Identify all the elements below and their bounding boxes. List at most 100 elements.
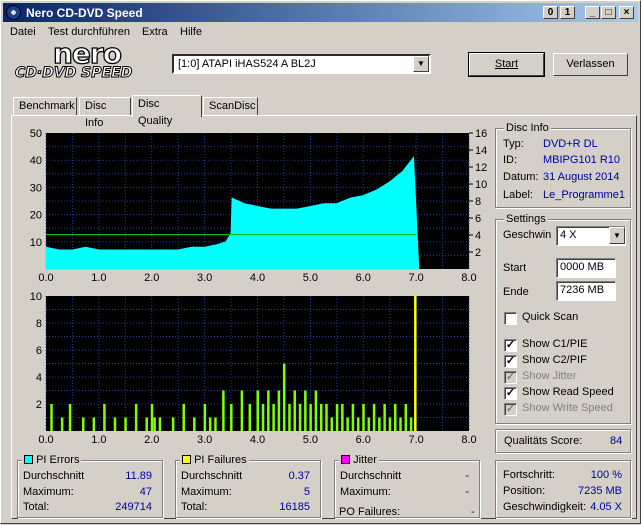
chevron-down-icon[interactable]: ▼ [609,227,625,244]
pi-failures-total-label: Total: [181,501,208,513]
speed-label: Geschwin [503,229,552,241]
pi-failures-max-value: 5 [303,486,310,498]
disc-id-label: ID: [503,154,518,166]
position-value: 7235 MB [577,485,622,497]
chart2-pi-failure-bar [150,404,154,431]
show-c1-checkbox[interactable]: ✓ [504,339,517,352]
pi-failures-max-label: Maximum: [181,486,232,498]
chart2-pi-failure-bar [230,404,233,431]
quick-scan-label: Quick Scan [522,311,579,323]
chart1-x-tick-label: 4.0 [250,272,265,284]
jitter-avg-label: Durchschnitt [340,470,402,482]
quality-score-label: Qualitäts Score: [504,435,583,447]
pi-failures-title: PI Failures [194,454,247,466]
show-write-speed-checkbox: ✓ [504,403,517,416]
pi-failures-avg-label: Durchschnitt [181,470,243,482]
chart1-y2-tick-label: 2 [475,247,481,259]
chart2-pi-failure-bar [240,390,244,431]
speed-select[interactable]: 4 X ▼ [556,226,626,246]
chart1-y2-tick-label: 8 [475,196,481,208]
speed-select-value: 4 X [560,229,577,241]
chart2-pi-failure-bar [341,404,344,431]
chart2-pi-failure-bar [50,404,53,431]
show-c1-label: Show C1/PIE [522,338,588,350]
pi-errors-title: PI Errors [36,454,80,466]
jitter-swatch [341,455,350,464]
chart2-x-tick-label: 1.0 [91,434,106,446]
chart2-x-tick-label: 0.0 [38,434,53,446]
start-input[interactable]: 0000 MB [556,258,616,278]
chart2-pi-failure-bar [335,404,339,431]
chart1-y-tick-label: 10 [30,237,42,249]
pi-errors-group: PI Errors Durchschnitt 11.89 Maximum: 47… [17,454,163,518]
chart2-x-tick-label: 3.0 [197,434,212,446]
show-c2-label: Show C2/PIF [522,354,587,366]
position-label: Position: [503,485,546,497]
speed-value-progress: 4.05 X [590,501,622,513]
disc-label-value: Le_Programme1 [543,189,625,201]
chart1-y2-tick-label: 14 [475,145,487,157]
chart2-pi-failure-bar [372,404,376,431]
tab-disc-quality[interactable]: Disc Quality [132,95,202,127]
chart2-y-tick-label: 4 [36,372,42,384]
chart2-pi-failure-bar [92,417,96,431]
chart2-pi-failure-bar [208,417,212,431]
chart2-y-tick-label: 6 [36,345,42,357]
chart2-pi-failure-bar [134,404,138,431]
chart2-pi-failure-bar [346,417,349,431]
chart2-y-tick-label: 10 [30,291,42,303]
chart2-pi-failure-bar [404,404,408,431]
pi-errors-avg-label: Durchschnitt [23,470,85,482]
chart2-pi-failure-bar [68,404,72,431]
chart2-pi-failure-bar [393,404,397,431]
progress-label: Fortschritt: [503,469,555,481]
chart2-pi-failure-bar [383,404,386,431]
chart2-pi-failure-bar [293,390,297,431]
jitter-max-value: - [465,486,469,498]
pi-errors-max-value: 47 [139,486,152,498]
chart1-x-tick-label: 1.0 [91,272,106,284]
settings-group: Settings Geschwin 4 X ▼ Start 0000 MB En… [495,213,631,424]
disc-info-title: Disc Info [504,122,551,134]
pi-failures-swatch [182,455,191,464]
pi-errors-avg-value: 11.89 [125,470,152,482]
chart2-pi-failure-bar [248,404,252,431]
chart2-pi-failure-bar [356,417,360,431]
chart2-pi-failure-bar [277,390,281,431]
chart2-pi-failure-bar [145,417,148,431]
chart2-pi-failure-bar [82,417,85,431]
chart1-x-tick-label: 2.0 [144,272,159,284]
chart2-pi-failure-bar [256,390,259,431]
chart1-x-tick-label: 7.0 [408,272,423,284]
jitter-title: Jitter [353,454,377,466]
quality-score-group: Qualitäts Score: 84 [495,429,631,453]
chart2-pi-failure-bar [193,417,196,431]
disc-date-value: 31 August 2014 [543,171,620,183]
chart1-y-tick-label: 40 [30,155,42,167]
chart2-pi-failure-bar [304,390,307,431]
chart2-x-tick-label: 5.0 [303,434,318,446]
chart2-pi-failure-bar [298,404,302,431]
chart2-pi-failure-bar [153,417,156,431]
show-c2-checkbox[interactable]: ✓ [504,355,517,368]
start-label: Start [503,262,527,274]
chart2-pi-failure-bar [399,417,402,431]
chart1-x-tick-label: 5.0 [303,272,318,284]
chart1-y-tick-label: 30 [30,182,42,194]
disc-type-value: DVD+R DL [543,138,598,150]
chart2-pi-failure-bar [351,404,355,431]
jitter-max-label: Maximum: [340,486,391,498]
quick-scan-checkbox[interactable] [504,312,517,325]
show-read-speed-checkbox[interactable]: ✓ [504,387,517,400]
chart1-y2-tick-label: 10 [475,179,487,191]
chart2-pi-failure-bar [124,417,127,431]
chart2-pi-failure-bar [203,404,207,431]
pi-failures-avg-value: 0.37 [288,470,310,482]
chart1-y2-tick-label: 6 [475,213,481,225]
po-failures-value: - [471,506,475,518]
chart2-pi-failure-bar [103,404,106,431]
end-input[interactable]: 7236 MB [556,281,616,301]
pi-errors-max-label: Maximum: [23,486,74,498]
chart2-y-tick-label: 8 [36,318,42,330]
chart2-x-tick-label: 2.0 [144,434,159,446]
